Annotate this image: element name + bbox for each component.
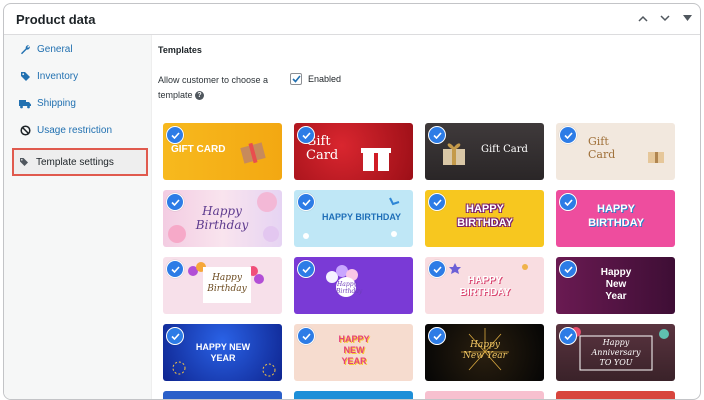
panel-body: General Inventory Shipping Usage restric… bbox=[4, 35, 700, 399]
section-title: Templates bbox=[158, 45, 202, 55]
selected-check-icon[interactable] bbox=[559, 260, 577, 278]
selected-check-icon[interactable] bbox=[428, 126, 446, 144]
sidebar-item-label: General bbox=[37, 44, 73, 55]
template-card[interactable]: Happy New Year bbox=[425, 324, 544, 381]
sidebar-item-general[interactable]: General bbox=[4, 36, 151, 63]
template-card[interactable] bbox=[294, 391, 413, 399]
selected-check-icon[interactable] bbox=[297, 126, 315, 144]
template-card[interactable] bbox=[163, 391, 282, 399]
template-card[interactable]: HAPPY BIRTHDAY bbox=[425, 190, 544, 247]
template-card[interactable]: Gift Card bbox=[425, 123, 544, 180]
template-card[interactable] bbox=[556, 391, 675, 399]
template-card[interactable]: HAPPY BIRTHDAY bbox=[556, 190, 675, 247]
selected-check-icon[interactable] bbox=[559, 193, 577, 211]
template-card[interactable]: HAPPY BIRTHDAY bbox=[294, 190, 413, 247]
selected-check-icon[interactable] bbox=[166, 260, 184, 278]
sidebar-item-label: Shipping bbox=[37, 98, 76, 109]
template-card[interactable]: Happy Anniversary TO YOU bbox=[556, 324, 675, 381]
enabled-label: Enabled bbox=[308, 74, 342, 84]
template-label: HAPPY BIRTHDAY bbox=[457, 203, 513, 229]
template-label: Happy Birthday bbox=[195, 204, 249, 232]
panel-title: Product data bbox=[16, 11, 96, 27]
selected-check-icon[interactable] bbox=[428, 193, 446, 211]
enabled-checkbox[interactable] bbox=[290, 73, 302, 85]
template-card[interactable]: GIFT CARD bbox=[163, 123, 282, 180]
selected-check-icon[interactable] bbox=[166, 126, 184, 144]
template-settings-panel: Templates Allow customer to choose a tem… bbox=[152, 35, 700, 399]
move-up-icon[interactable] bbox=[636, 11, 650, 25]
template-card[interactable]: Gift Card bbox=[556, 123, 675, 180]
template-label: Gift Card bbox=[588, 135, 616, 161]
template-card[interactable]: Happy New Year bbox=[556, 257, 675, 314]
tags-icon bbox=[18, 156, 30, 168]
template-label: HAPPY BIRTHDAY bbox=[588, 203, 644, 229]
template-card[interactable]: Gift Card bbox=[294, 123, 413, 180]
selected-check-icon[interactable] bbox=[297, 327, 315, 345]
template-card[interactable] bbox=[425, 391, 544, 399]
panel-header: Product data bbox=[4, 4, 700, 35]
gift-box-icon bbox=[443, 143, 465, 165]
gift-box-icon bbox=[240, 142, 266, 164]
template-label: HAPPY NEW YEAR bbox=[195, 342, 251, 363]
allow-choose-label: Allow customer to choose a template ? bbox=[158, 73, 278, 103]
sidebar-item-shipping[interactable]: Shipping bbox=[4, 90, 151, 117]
template-card[interactable]: Happy Birthday bbox=[163, 190, 282, 247]
template-label: HAPPY BIRTHDAY bbox=[459, 275, 511, 298]
template-label: Gift Card bbox=[481, 144, 528, 155]
template-label: Happy New Year bbox=[463, 340, 507, 361]
help-icon[interactable]: ? bbox=[195, 91, 205, 101]
sidebar-item-usage-restriction[interactable]: Usage restriction bbox=[4, 117, 151, 144]
template-label: GIFT CARD bbox=[171, 144, 226, 155]
selected-check-icon[interactable] bbox=[166, 327, 184, 345]
header-tools bbox=[636, 11, 694, 25]
template-card[interactable]: HAPPY NEW YEAR bbox=[163, 324, 282, 381]
sidebar-item-label: Usage restriction bbox=[37, 125, 113, 136]
template-label: Happy Birthday bbox=[336, 281, 363, 295]
truck-icon bbox=[19, 98, 31, 110]
selected-check-icon[interactable] bbox=[559, 327, 577, 345]
gift-box-icon bbox=[648, 152, 664, 163]
product-data-panel: Product data General Inventory Shipping … bbox=[3, 3, 701, 400]
template-card[interactable]: Happy Birthday bbox=[163, 257, 282, 314]
selected-check-icon[interactable] bbox=[428, 260, 446, 278]
allow-choose-text: Allow customer to choose a template bbox=[158, 75, 269, 100]
gift-box-icon bbox=[361, 148, 391, 171]
template-label: Happy Anniversary TO YOU bbox=[591, 338, 641, 367]
product-data-tabs: General Inventory Shipping Usage restric… bbox=[4, 35, 152, 399]
sidebar-item-template-settings[interactable]: Template settings bbox=[12, 148, 148, 176]
sidebar-item-label: Inventory bbox=[37, 71, 79, 82]
template-card[interactable]: HAPPY NEW YEAR bbox=[294, 324, 413, 381]
selected-check-icon[interactable] bbox=[428, 327, 446, 345]
template-label: Happy New Year bbox=[600, 267, 632, 302]
move-down-icon[interactable] bbox=[658, 11, 672, 25]
selected-check-icon[interactable] bbox=[297, 193, 315, 211]
selected-check-icon[interactable] bbox=[559, 126, 577, 144]
sidebar-item-label: Template settings bbox=[36, 156, 114, 168]
selected-check-icon[interactable] bbox=[166, 193, 184, 211]
sidebar-item-inventory[interactable]: Inventory bbox=[4, 63, 151, 90]
collapse-triangle-icon[interactable] bbox=[680, 11, 694, 25]
tag-icon bbox=[19, 71, 31, 83]
wrench-icon bbox=[19, 44, 31, 56]
enabled-option: Enabled bbox=[290, 73, 341, 85]
template-label: HAPPY NEW YEAR bbox=[338, 334, 370, 366]
selected-check-icon[interactable] bbox=[297, 260, 315, 278]
restriction-icon bbox=[19, 125, 31, 137]
template-card[interactable]: HAPPY BIRTHDAY bbox=[425, 257, 544, 314]
template-label: Happy Birthday bbox=[207, 273, 247, 294]
template-card[interactable]: Happy Birthday bbox=[294, 257, 413, 314]
template-label: HAPPY BIRTHDAY bbox=[322, 212, 402, 222]
